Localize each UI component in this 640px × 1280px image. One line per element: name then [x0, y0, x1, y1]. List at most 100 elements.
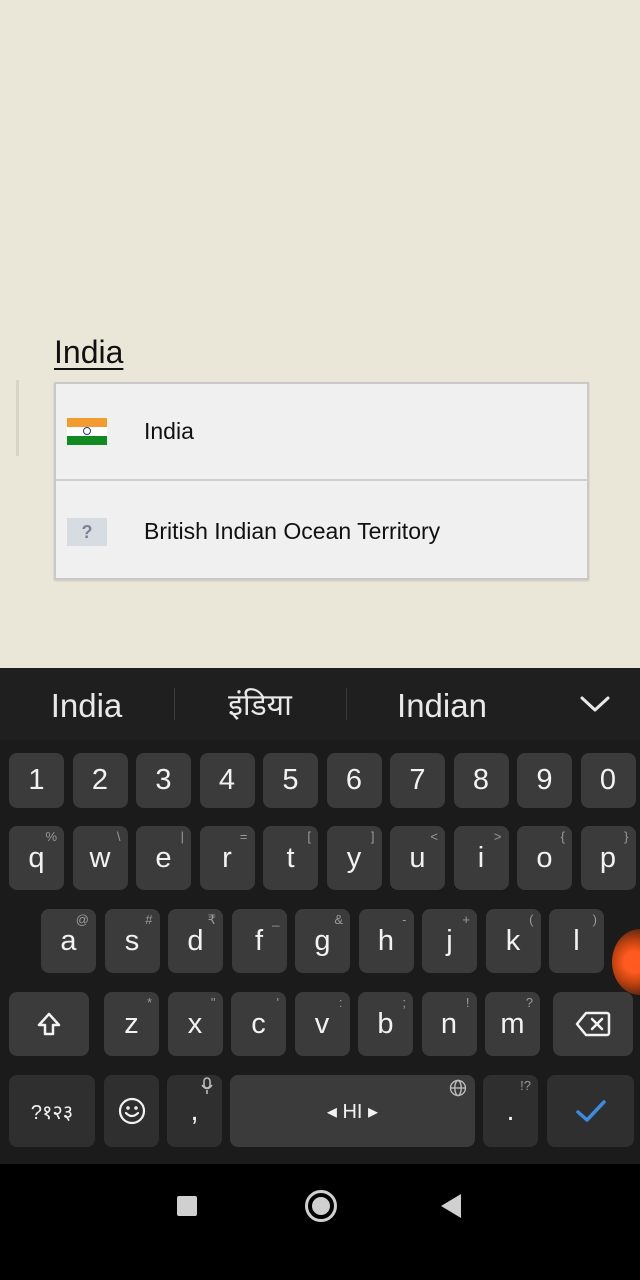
- key-d[interactable]: d ₹: [168, 909, 223, 973]
- back-icon[interactable]: [441, 1194, 461, 1218]
- key-label: n: [440, 1007, 458, 1040]
- key-hint: ]: [370, 829, 375, 844]
- key-t[interactable]: t[: [263, 826, 318, 890]
- key-2[interactable]: 2: [72, 753, 128, 808]
- search-input[interactable]: India: [54, 334, 123, 371]
- chevron-down-icon[interactable]: [578, 690, 612, 718]
- key-6[interactable]: 6: [326, 753, 382, 808]
- key-hint: =: [239, 829, 248, 844]
- space-key[interactable]: ◂ HI ▸: [230, 1075, 475, 1147]
- period-key[interactable]: .!?: [483, 1075, 538, 1147]
- key-0[interactable]: 0: [580, 753, 636, 808]
- key-label: w: [89, 841, 111, 874]
- key-h[interactable]: h-: [358, 909, 414, 973]
- key-label: 3: [155, 764, 172, 796]
- key-k[interactable]: k(: [485, 909, 541, 973]
- key-label: ?१२३: [30, 1101, 74, 1124]
- key-s[interactable]: s #: [104, 909, 160, 973]
- key-u[interactable]: u <: [390, 826, 445, 890]
- emoji-key[interactable]: [104, 1075, 159, 1147]
- autocomplete-dropdown: India ? British Indian Ocean Territory: [54, 382, 589, 580]
- key-label: v: [314, 1007, 330, 1040]
- key-7[interactable]: 7: [390, 753, 445, 808]
- key-label: 8: [472, 764, 490, 796]
- key-hint: @: [75, 912, 89, 927]
- key-m[interactable]: m?: [485, 992, 540, 1056]
- backspace-icon: [575, 1011, 611, 1037]
- key-j[interactable]: j +: [422, 909, 477, 973]
- key-label: 9: [536, 764, 553, 796]
- key-b[interactable]: b;: [358, 992, 413, 1056]
- key-label: o: [536, 841, 553, 874]
- india-flag-icon: [67, 417, 107, 446]
- key-i[interactable]: i >: [453, 826, 509, 890]
- key-label: p: [599, 841, 617, 874]
- comma-key[interactable]: ,: [167, 1075, 222, 1147]
- key-g[interactable]: g &: [295, 909, 350, 973]
- key-hint: ₹: [207, 912, 216, 927]
- suggestion-1[interactable]: India: [0, 668, 173, 740]
- key-1[interactable]: 1: [9, 753, 64, 808]
- key-5[interactable]: 5: [263, 753, 318, 808]
- key-p[interactable]: p}: [580, 826, 636, 890]
- key-label: f: [254, 924, 264, 957]
- key-3[interactable]: 3: [136, 753, 191, 808]
- key-o[interactable]: o{: [517, 826, 572, 890]
- recents-icon[interactable]: [177, 1196, 197, 1216]
- key-r[interactable]: r =: [199, 826, 255, 890]
- enter-key[interactable]: [547, 1075, 634, 1147]
- key-8[interactable]: 8: [453, 753, 509, 808]
- key-v[interactable]: v:: [294, 992, 350, 1056]
- key-n[interactable]: n!: [421, 992, 477, 1056]
- navigation-bar: [0, 1164, 640, 1280]
- key-e[interactable]: e |: [136, 826, 191, 890]
- key-label: c: [251, 1007, 266, 1040]
- key-w[interactable]: w \: [72, 826, 128, 890]
- key-9[interactable]: 9: [517, 753, 572, 808]
- shift-icon: [37, 1012, 61, 1036]
- emoji-icon: [118, 1097, 145, 1125]
- key-hint: &: [334, 912, 343, 927]
- edge-handle: [16, 380, 19, 456]
- dropdown-option-india[interactable]: India: [56, 384, 587, 481]
- key-hint: !?: [520, 1078, 531, 1093]
- unknown-flag-icon: ?: [67, 517, 107, 546]
- mic-icon: [200, 1077, 214, 1098]
- key-hint: *: [146, 995, 152, 1010]
- key-label: l: [573, 924, 580, 957]
- key-hint: (: [529, 912, 534, 927]
- key-hint: ): [592, 912, 597, 927]
- home-icon[interactable]: [305, 1190, 337, 1222]
- key-label: 0: [599, 764, 617, 796]
- key-hint: |: [180, 829, 184, 844]
- key-l[interactable]: l): [549, 909, 604, 973]
- key-y[interactable]: y]: [326, 826, 382, 890]
- key-a[interactable]: a @: [41, 909, 96, 973]
- shift-key[interactable]: [9, 992, 89, 1056]
- key-z[interactable]: z *: [104, 992, 159, 1056]
- option-label: British Indian Ocean Territory: [144, 518, 441, 544]
- key-hint: ': [276, 995, 279, 1010]
- dropdown-option-biot[interactable]: ? British Indian Ocean Territory: [56, 483, 587, 580]
- key-label: 2: [91, 764, 109, 796]
- key-hint: [: [307, 829, 311, 844]
- key-label: m: [500, 1007, 525, 1040]
- key-hint: <: [430, 829, 438, 844]
- backspace-key[interactable]: [553, 992, 633, 1056]
- key-hint: +: [462, 912, 470, 927]
- key-f[interactable]: f _: [231, 909, 287, 973]
- key-label: b: [377, 1007, 394, 1040]
- key-hint: !: [465, 995, 470, 1010]
- key-x[interactable]: x ": [167, 992, 223, 1056]
- key-label: q: [28, 841, 45, 874]
- key-4[interactable]: 4: [199, 753, 255, 808]
- key-label: x: [187, 1007, 203, 1040]
- symbols-key[interactable]: ?१२३: [9, 1075, 95, 1147]
- key-c[interactable]: c ': [231, 992, 286, 1056]
- key-hint: {: [560, 829, 565, 844]
- key-q[interactable]: q%: [9, 826, 64, 890]
- key-label: 4: [218, 764, 236, 796]
- key-label: 5: [282, 764, 299, 796]
- suggestion-2[interactable]: इंडिया: [175, 668, 345, 740]
- suggestion-3[interactable]: Indian: [347, 668, 537, 740]
